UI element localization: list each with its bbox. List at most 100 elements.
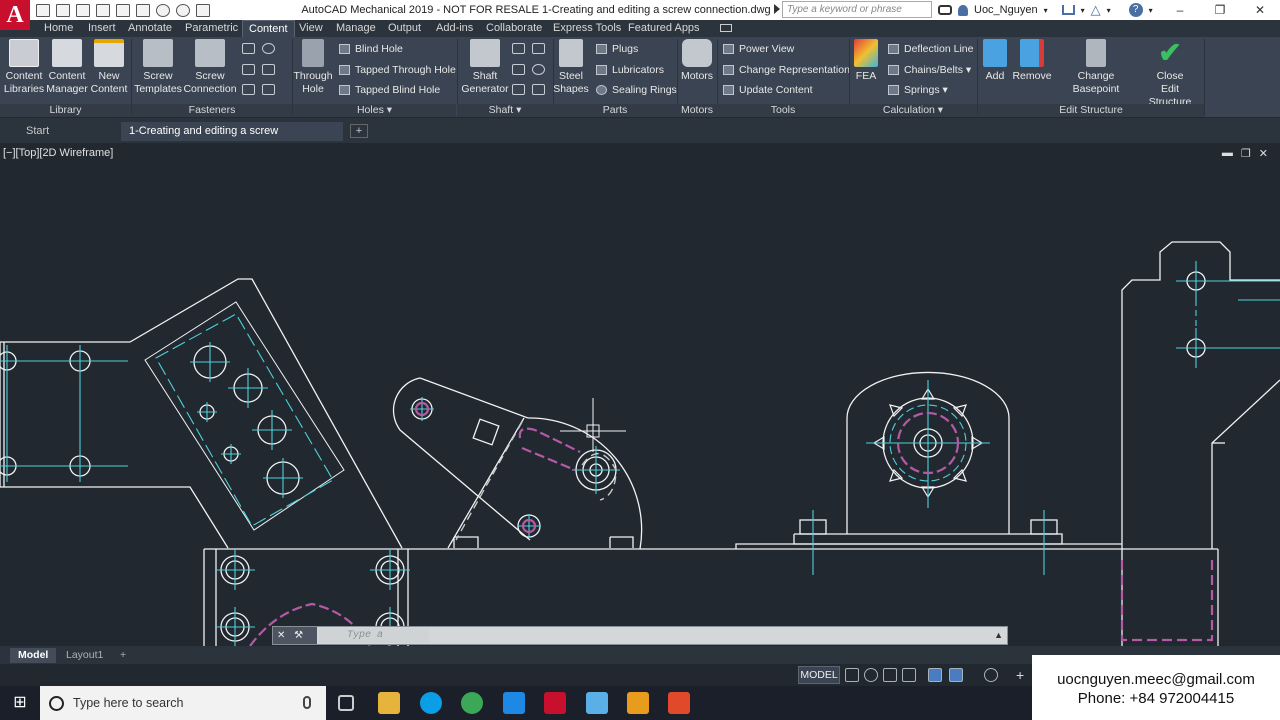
fea-button[interactable]: FEA [851, 39, 881, 83]
polar-icon[interactable] [902, 668, 916, 682]
screw-templates-button[interactable]: Screw Templates [133, 39, 183, 96]
blind-hole-button[interactable]: Blind Hole [339, 40, 403, 58]
snap-icon[interactable] [864, 668, 878, 682]
add-layout-plus-icon[interactable]: + [116, 648, 130, 663]
zalo-icon[interactable] [503, 692, 525, 714]
help-icon[interactable]: ? [1128, 3, 1143, 17]
microphone-icon[interactable] [303, 696, 311, 709]
through-hole-button[interactable]: Through Hole [293, 39, 333, 96]
wrench-icon[interactable]: ⚒ [294, 630, 303, 641]
tab-parametric[interactable]: Parametric [179, 20, 244, 37]
springs-button[interactable]: Springs ▾ [888, 81, 948, 99]
autocad-taskbar-icon[interactable] [544, 692, 566, 714]
tab-annotate[interactable]: Annotate [122, 20, 178, 37]
otrack-icon[interactable] [949, 668, 963, 682]
pin-icon[interactable] [262, 64, 275, 75]
tapped-blind-hole-button[interactable]: Tapped Blind Hole [339, 81, 440, 99]
user-name[interactable]: Uoc_Nguyen [974, 4, 1038, 16]
chains-belts-button[interactable]: Chains/Belts ▾ [888, 61, 971, 79]
gear-part-icon[interactable] [512, 84, 525, 95]
workspace-icon[interactable] [196, 3, 210, 17]
windows-start-icon[interactable]: ⊞ [0, 686, 40, 720]
a360-icon[interactable]: △ [1091, 2, 1101, 18]
tab-insert[interactable]: Insert [82, 20, 122, 37]
fastener-edit-icon[interactable] [262, 84, 275, 95]
panel-shaft-label[interactable]: Shaft ▾ [457, 104, 553, 117]
tab-express-tools[interactable]: Express Tools [547, 20, 627, 37]
recorder-icon[interactable] [668, 692, 690, 714]
sealing-rings-button[interactable]: Sealing Rings [596, 81, 677, 99]
content-libraries-button[interactable]: Content Libraries [2, 39, 46, 96]
washer-icon[interactable] [262, 43, 275, 54]
change-basepoint-button[interactable]: Change Basepoint [1054, 39, 1138, 96]
task-view-icon[interactable] [338, 695, 354, 711]
bearing-icon[interactable] [512, 43, 525, 54]
new-file-icon[interactable] [36, 3, 50, 17]
browser-icon[interactable] [461, 692, 483, 714]
lubricators-button[interactable]: Lubricators [596, 61, 664, 79]
skype-icon[interactable] [420, 692, 442, 714]
binoculars-icon[interactable] [938, 5, 952, 15]
change-representation-button[interactable]: Change Representation [723, 61, 850, 79]
close-edit-structure-button[interactable]: ✔ Close Edit Structure [1139, 39, 1201, 109]
model-space-button[interactable]: MODEL [798, 666, 840, 684]
command-history-arrow-icon[interactable]: ▲ [994, 630, 1003, 640]
taskbar-search-input[interactable]: Type here to search [40, 686, 326, 720]
autocad-logo-icon[interactable]: A [0, 0, 30, 30]
chevron-down-icon[interactable]: ▾ [1149, 6, 1153, 15]
osnap-icon[interactable] [928, 668, 942, 682]
motors-button[interactable]: Motors [678, 39, 716, 83]
tab-home[interactable]: Home [38, 20, 79, 37]
file-explorer-icon[interactable] [378, 692, 400, 714]
ribbon-minimize-icon[interactable] [720, 24, 732, 32]
print-icon[interactable] [136, 3, 150, 17]
tab-output[interactable]: Output [382, 20, 427, 37]
steel-shapes-button[interactable]: Steel Shapes [553, 39, 589, 96]
update-content-button[interactable]: Update Content [723, 81, 813, 99]
tab-content[interactable]: Content [242, 20, 295, 37]
minimize-button[interactable]: – [1160, 0, 1200, 20]
deflection-line-button[interactable]: Deflection Line [888, 40, 973, 58]
power-view-button[interactable]: Power View [723, 40, 794, 58]
command-input[interactable]: Type a command [319, 628, 429, 656]
tab-collaborate[interactable]: Collaborate [480, 20, 548, 37]
chevron-down-icon[interactable]: ▾ [1044, 6, 1048, 15]
chevron-down-icon[interactable]: ▾ [1107, 6, 1111, 15]
bolt-icon[interactable] [242, 43, 255, 54]
content-manager-button[interactable]: Content Manager [45, 39, 89, 96]
file-tab-drawing[interactable]: 1-Creating and editing a screw connectio… [121, 122, 343, 156]
add-button[interactable]: Add [980, 39, 1010, 83]
chevron-down-icon[interactable]: ▾ [1081, 6, 1085, 15]
inventor-icon[interactable] [586, 692, 608, 714]
shaft-generator-button[interactable]: Shaft Generator [459, 39, 511, 96]
plot-icon[interactable] [116, 3, 130, 17]
remove-button[interactable]: Remove [1012, 39, 1052, 83]
panel-holes-label[interactable]: Holes ▾ [293, 104, 456, 117]
new-content-button[interactable]: New Content [89, 39, 129, 96]
tab-manage[interactable]: Manage [330, 20, 382, 37]
save-icon[interactable] [76, 3, 90, 17]
undo-icon[interactable] [156, 3, 170, 17]
ring-icon[interactable] [532, 64, 545, 75]
new-tab-plus-icon[interactable]: + [350, 124, 368, 138]
tab-featured-apps[interactable]: Featured Apps [622, 20, 706, 37]
screw-connection-button[interactable]: Screw Connection [183, 39, 237, 96]
design-app-icon[interactable] [627, 692, 649, 714]
redo-icon[interactable] [176, 3, 190, 17]
tab-layout1[interactable]: Layout1 [58, 648, 111, 663]
tab-add-ins[interactable]: Add-ins [430, 20, 479, 37]
rivet-icon[interactable] [242, 84, 255, 95]
customize-plus-icon[interactable]: + [1016, 668, 1030, 682]
help-search-input[interactable]: Type a keyword or phrase [782, 1, 932, 18]
drawing-viewport[interactable]: [−][Top][2D Wireframe] ▬ ❐ ✕ [0, 143, 1280, 646]
save-as-icon[interactable] [96, 3, 110, 17]
restore-button[interactable]: ❐ [1200, 0, 1240, 20]
gear-icon[interactable] [984, 668, 998, 682]
plugs-button[interactable]: Plugs [596, 40, 638, 58]
close-button[interactable]: ✕ [1240, 0, 1280, 20]
tab-view[interactable]: View [293, 20, 329, 37]
file-tab-start[interactable]: Start [18, 122, 57, 141]
open-file-icon[interactable] [56, 3, 70, 17]
shaft-calc-icon[interactable] [532, 43, 545, 54]
tab-model[interactable]: Model [10, 648, 57, 663]
